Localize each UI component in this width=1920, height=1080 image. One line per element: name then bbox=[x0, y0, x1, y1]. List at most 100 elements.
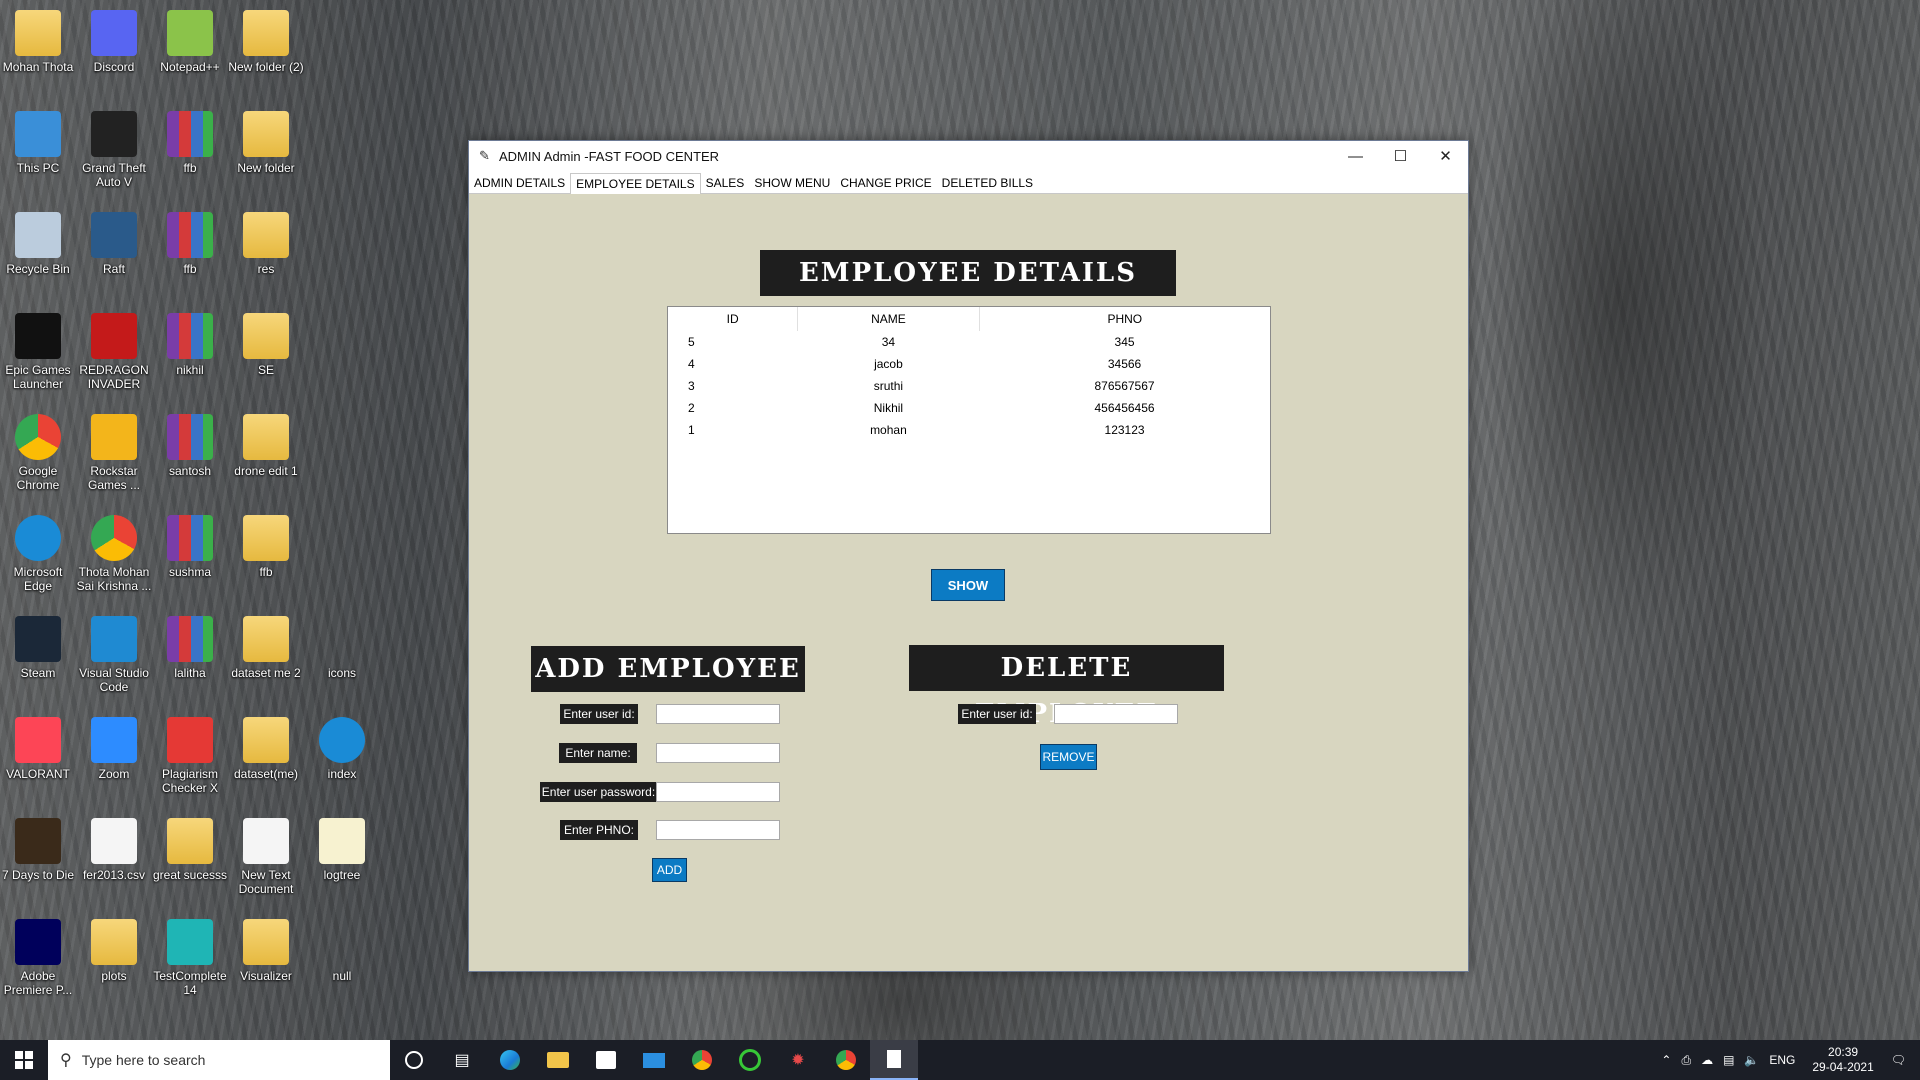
minimize-icon[interactable]: — bbox=[1333, 141, 1378, 171]
desktop-icon-4[interactable]: This PC bbox=[0, 101, 76, 175]
table-row[interactable]: 3 sruthi 876567567 bbox=[668, 375, 1270, 397]
desktop-icon-12[interactable]: Epic Games Launcher bbox=[0, 303, 76, 391]
folder-icon bbox=[243, 10, 289, 56]
desktop-icon-21[interactable]: Thota Mohan Sai Krishna ... bbox=[76, 505, 152, 593]
start-button[interactable] bbox=[0, 1040, 48, 1080]
desktop-icon-label: Thota Mohan Sai Krishna ... bbox=[76, 565, 152, 593]
table-row[interactable]: 4 jacob 34566 bbox=[668, 353, 1270, 375]
employee-table[interactable]: ID NAME PHNO 5 34 345 4 jacob 34566 3 sruthi 876… bbox=[667, 306, 1271, 534]
desktop-icon-label: Visual Studio Code bbox=[79, 666, 149, 694]
desktop-icon-42[interactable]: Visualizer bbox=[228, 909, 304, 983]
password-field[interactable] bbox=[656, 782, 780, 802]
network-icon[interactable]: ▤ bbox=[1723, 1053, 1734, 1067]
desktop-icon-38[interactable]: logtree bbox=[304, 808, 380, 882]
desktop-icon-34[interactable]: 7 Days to Die bbox=[0, 808, 76, 882]
desktop-icon-41[interactable]: TestComplete 14 bbox=[152, 909, 228, 997]
table-row[interactable]: 1 mohan 123123 bbox=[668, 419, 1270, 441]
tab-admin-details[interactable]: ADMIN DETAILS bbox=[469, 173, 570, 193]
desktop-icon-31[interactable]: Plagiarism Checker X bbox=[152, 707, 228, 795]
title-bar[interactable]: ✎ ADMIN Admin -FAST FOOD CENTER — ☐ ✕ bbox=[469, 141, 1468, 171]
desktop-icon-17[interactable]: Rockstar Games ... bbox=[76, 404, 152, 492]
device-icon[interactable]: ⎙ bbox=[1681, 1053, 1691, 1068]
table-row[interactable]: 5 34 345 bbox=[668, 331, 1270, 353]
desktop-icon-7[interactable]: New folder bbox=[228, 101, 304, 175]
chevron-up-icon[interactable]: ⌃ bbox=[1661, 1053, 1671, 1067]
desktop-icon-29[interactable]: VALORANT bbox=[0, 707, 76, 781]
column-header-phno[interactable]: PHNO bbox=[979, 307, 1270, 331]
edge-taskbar-icon[interactable] bbox=[486, 1040, 534, 1080]
desktop-icon-23[interactable]: ffb bbox=[228, 505, 304, 579]
add-button[interactable]: ADD bbox=[652, 858, 687, 882]
desktop-icon-30[interactable]: Zoom bbox=[76, 707, 152, 781]
onedrive-icon[interactable]: ☁ bbox=[1701, 1053, 1713, 1067]
desktop-icon-25[interactable]: Visual Studio Code bbox=[76, 606, 152, 694]
column-header-name[interactable]: NAME bbox=[797, 307, 980, 331]
python-window-taskbar-icon[interactable] bbox=[870, 1040, 918, 1080]
desktop-icon-24[interactable]: Steam bbox=[0, 606, 76, 680]
table-row[interactable]: 2 Nikhil 456456456 bbox=[668, 397, 1270, 419]
desktop-icon-35[interactable]: fer2013.csv bbox=[76, 808, 152, 882]
desktop-icon-1[interactable]: Discord bbox=[76, 0, 152, 74]
desktop-icon-36[interactable]: great sucesss bbox=[152, 808, 228, 882]
desktop-icon-9[interactable]: Raft bbox=[76, 202, 152, 276]
table-cell: 876567567 bbox=[1094, 379, 1155, 393]
tab-deleted-bills[interactable]: DELETED BILLS bbox=[937, 173, 1038, 193]
desktop-icon-22[interactable]: sushma bbox=[152, 505, 228, 579]
task-view-icon[interactable]: ▤ bbox=[438, 1040, 486, 1080]
close-icon[interactable]: ✕ bbox=[1423, 141, 1468, 171]
desktop-icon-43[interactable]: null bbox=[304, 909, 380, 983]
desktop-icon-16[interactable]: Google Chrome bbox=[0, 404, 76, 492]
mail-icon[interactable] bbox=[630, 1040, 678, 1080]
tab-show-menu[interactable]: SHOW MENU bbox=[749, 173, 835, 193]
chrome-taskbar-icon[interactable] bbox=[678, 1040, 726, 1080]
desktop-icon-20[interactable]: Microsoft Edge bbox=[0, 505, 76, 593]
desktop-icon-19[interactable]: drone edit 1 bbox=[228, 404, 304, 478]
taskbar-search-box[interactable]: ⚲ Type here to search bbox=[48, 1040, 390, 1080]
remove-button[interactable]: REMOVE bbox=[1040, 744, 1097, 770]
phno-field[interactable] bbox=[656, 820, 780, 840]
name-field[interactable] bbox=[656, 743, 780, 763]
clock[interactable]: 20:39 29-04-2021 bbox=[1812, 1045, 1873, 1075]
desktop-icon-0[interactable]: Mohan Thota bbox=[0, 0, 76, 74]
desktop-icon-32[interactable]: dataset(me) bbox=[228, 707, 304, 781]
desktop-icon-18[interactable]: santosh bbox=[152, 404, 228, 478]
tab-change-price[interactable]: CHANGE PRICE bbox=[835, 173, 936, 193]
desktop-icon-39[interactable]: Adobe Premiere P... bbox=[0, 909, 76, 997]
desktop-icon-label: Grand Theft Auto V bbox=[82, 161, 146, 189]
desktop-icon-5[interactable]: Grand Theft Auto V bbox=[76, 101, 152, 189]
desktop-icon-14[interactable]: nikhil bbox=[152, 303, 228, 377]
desktop-icon-13[interactable]: REDRAGON INVADER bbox=[76, 303, 152, 391]
file-explorer-icon[interactable] bbox=[534, 1040, 582, 1080]
desktop-icon-10[interactable]: ffb bbox=[152, 202, 228, 276]
store-icon[interactable] bbox=[582, 1040, 630, 1080]
spider-app-icon[interactable]: ✹ bbox=[774, 1040, 822, 1080]
column-header-id[interactable]: ID bbox=[668, 307, 799, 331]
volume-icon[interactable]: 🔈 bbox=[1744, 1053, 1759, 1067]
maximize-icon[interactable]: ☐ bbox=[1378, 141, 1423, 171]
blank-icon bbox=[319, 616, 365, 662]
tab-employee-details[interactable]: EMPLOYEE DETAILS bbox=[570, 173, 701, 194]
refresh-app-icon[interactable] bbox=[726, 1040, 774, 1080]
chrome-profile-taskbar-icon[interactable] bbox=[822, 1040, 870, 1080]
notifications-icon[interactable]: 🗨 bbox=[1891, 1053, 1906, 1067]
desktop-icon-33[interactable]: index bbox=[304, 707, 380, 781]
desktop-icon-15[interactable]: SE bbox=[228, 303, 304, 377]
desktop-icon-8[interactable]: Recycle Bin bbox=[0, 202, 76, 276]
desktop-icon-26[interactable]: lalitha bbox=[152, 606, 228, 680]
desktop-icon-3[interactable]: New folder (2) bbox=[228, 0, 304, 74]
desktop-icon-2[interactable]: Notepad++ bbox=[152, 0, 228, 74]
tab-sales[interactable]: SALES bbox=[701, 173, 750, 193]
language-indicator[interactable]: ENG bbox=[1769, 1053, 1795, 1067]
desktop-icon-37[interactable]: New Text Document bbox=[228, 808, 304, 896]
delete-user-id-label: Enter user id: bbox=[958, 704, 1036, 724]
user-id-field[interactable] bbox=[656, 704, 780, 724]
desktop-icon-11[interactable]: res bbox=[228, 202, 304, 276]
cortana-icon[interactable] bbox=[390, 1040, 438, 1080]
folder-icon bbox=[243, 515, 289, 561]
show-button[interactable]: SHOW bbox=[931, 569, 1005, 601]
desktop-icon-6[interactable]: ffb bbox=[152, 101, 228, 175]
desktop-icon-28[interactable]: icons bbox=[304, 606, 380, 680]
delete-user-id-field[interactable] bbox=[1054, 704, 1178, 724]
desktop-icon-27[interactable]: dataset me 2 bbox=[228, 606, 304, 680]
desktop-icon-40[interactable]: plots bbox=[76, 909, 152, 983]
